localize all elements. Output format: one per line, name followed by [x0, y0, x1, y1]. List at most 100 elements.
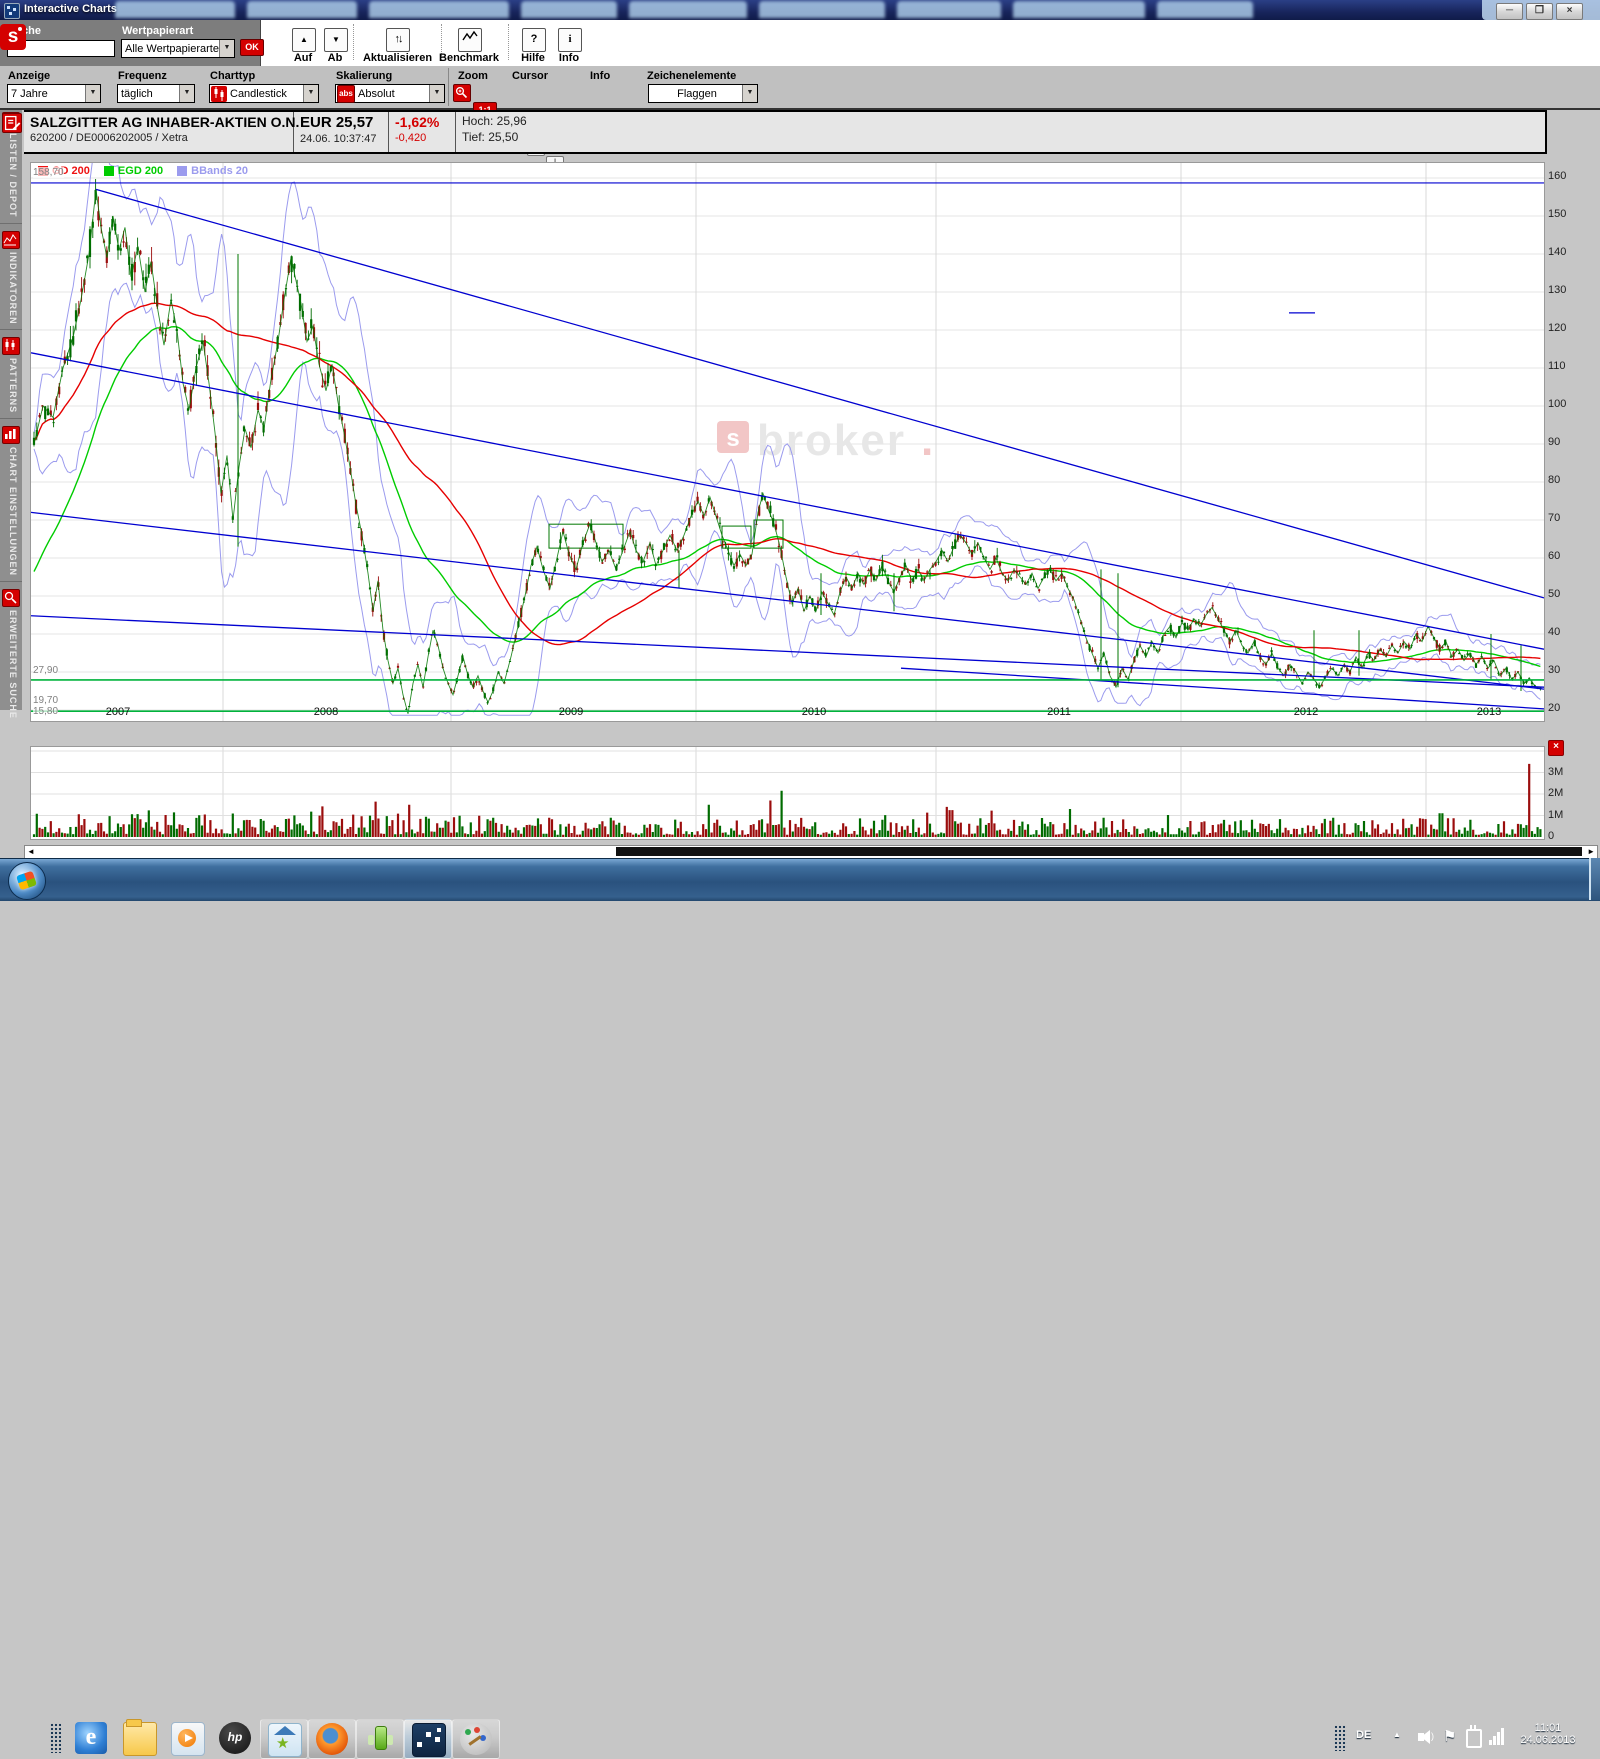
- taskbar-item-hp[interactable]: hp: [212, 1719, 258, 1757]
- network-signal-icon[interactable]: [1489, 1727, 1507, 1745]
- volume-close-button[interactable]: ×: [1548, 740, 1564, 756]
- svg-text:2009: 2009: [559, 706, 583, 718]
- action-center-flag-icon[interactable]: ⚑: [1443, 1727, 1456, 1745]
- y-axis-tick: 100: [1548, 398, 1566, 410]
- ok-button[interactable]: OK: [240, 39, 264, 56]
- y-axis-tick: 40: [1548, 626, 1560, 638]
- windows-logo-icon: [16, 871, 37, 891]
- power-plug-icon[interactable]: [1466, 1729, 1482, 1748]
- sidebar-item-patterns[interactable]: PATTERNS: [0, 337, 22, 419]
- scrollbar-thumb[interactable]: [616, 847, 1582, 856]
- price-level-label: 19,70: [33, 695, 58, 706]
- background-tab: [521, 1, 617, 18]
- wertpapierart-value: Alle Wertpapierarten: [122, 43, 219, 55]
- show-hidden-icons[interactable]: ▲: [1393, 1730, 1401, 1739]
- folder-icon: [123, 1722, 157, 1756]
- charttyp-select[interactable]: Candlestick ▼: [209, 84, 319, 103]
- info-button[interactable]: i: [558, 28, 582, 52]
- taskbar-item-green-app[interactable]: [356, 1719, 404, 1759]
- legend-swatch: [104, 166, 114, 176]
- windows-taskbar: e hp ★: [0, 858, 1600, 901]
- zoom-in-button[interactable]: [453, 84, 471, 102]
- legend-item: EGD 200: [104, 165, 163, 177]
- instrument-id: 620200 / DE0006202005 / Xetra: [30, 132, 285, 144]
- charttyp-value: Candlestick: [227, 88, 303, 100]
- scroll-right-icon[interactable]: ►: [1587, 846, 1595, 857]
- chevron-down-icon[interactable]: ▼: [429, 85, 444, 102]
- taskbar-item-interactive-charts[interactable]: [404, 1719, 452, 1759]
- zoom-label: Zoom: [458, 70, 488, 82]
- zeichenelemente-select[interactable]: Flaggen ▼: [648, 84, 758, 103]
- chart-horizontal-scrollbar[interactable]: ◄ ►: [24, 845, 1598, 859]
- y-axis-tick: 70: [1548, 512, 1560, 524]
- language-indicator[interactable]: DE: [1356, 1729, 1371, 1741]
- svg-text:2010: 2010: [802, 706, 826, 718]
- chevron-down-icon[interactable]: ▼: [219, 40, 234, 57]
- taskbar-item-explorer[interactable]: [116, 1719, 162, 1757]
- quote-price-cell: EUR 25,57 24.06. 10:37:47: [294, 112, 389, 152]
- sidebar-label: ERWEITERTE SUCHE: [4, 610, 18, 719]
- quote-name-cell: SALZGITTER AG INHABER-AKTIEN O.N. 620200…: [24, 112, 294, 152]
- quote-change-cell: -1,62% -0,420: [389, 112, 456, 152]
- restore-button[interactable]: ❐: [1526, 3, 1553, 20]
- price-chart[interactable]: sbroker.2007200820092010201120122013: [30, 162, 1545, 722]
- benchmark-button[interactable]: [458, 28, 482, 52]
- skalierung-select[interactable]: abs Absolut ▼: [335, 84, 445, 103]
- question-icon: ?: [531, 33, 538, 45]
- price-level-label: 158,70: [33, 167, 64, 178]
- charttyp-label: Charttyp: [210, 70, 255, 82]
- y-axis-tick: 30: [1548, 664, 1560, 676]
- scroll-left-icon[interactable]: ◄: [27, 846, 35, 857]
- window-title: Interactive Charts: [24, 3, 117, 15]
- wertpapierart-select[interactable]: Alle Wertpapierarten ▼: [121, 39, 235, 58]
- svg-text:2012: 2012: [1294, 706, 1318, 718]
- sidebar-item-indikatoren[interactable]: INDIKATOREN: [0, 231, 22, 331]
- taskbar-item-internet-explorer[interactable]: e: [68, 1719, 114, 1757]
- y-axis-tick: 150: [1548, 208, 1566, 220]
- sparkasse-s-icon: s: [0, 24, 26, 50]
- refresh-button[interactable]: ↑↓: [386, 28, 410, 52]
- background-tab: [1157, 1, 1253, 18]
- auf-button[interactable]: ▲: [292, 28, 316, 52]
- background-tab: [1013, 1, 1145, 18]
- sidebar-item-chart-einstellungen[interactable]: CHART EINSTELLUNGEN: [0, 426, 22, 582]
- taskbar-item-paint[interactable]: [452, 1719, 500, 1759]
- price-level-label: 15,80: [33, 706, 58, 717]
- y-axis-tick: 120: [1548, 322, 1566, 334]
- chevron-down-icon[interactable]: ▼: [179, 85, 194, 102]
- svg-text:broker: broker: [757, 416, 906, 465]
- clock[interactable]: 11:01 24.06.2013: [1515, 1722, 1581, 1746]
- chevron-down-icon[interactable]: ▼: [303, 85, 318, 102]
- minimize-button[interactable]: ─: [1496, 3, 1523, 20]
- volume-axis-tick: 1M: [1548, 809, 1563, 821]
- frequenz-select[interactable]: täglich ▼: [117, 84, 195, 103]
- chevron-down-icon[interactable]: ▼: [742, 85, 757, 102]
- taskbar-item-firefox[interactable]: [308, 1719, 356, 1759]
- candlestick-icon: [211, 86, 227, 102]
- close-button[interactable]: ×: [1556, 3, 1583, 20]
- ab-button[interactable]: ▼: [324, 28, 348, 52]
- taskbar-item-homebank[interactable]: ★: [260, 1719, 308, 1759]
- svg-text:2007: 2007: [106, 706, 130, 718]
- help-button[interactable]: ?: [522, 28, 546, 52]
- chevron-down-icon[interactable]: ▼: [85, 85, 100, 102]
- search-panel: Suche Wertpapierart Alle Wertpapierarten…: [0, 20, 261, 66]
- show-desktop-button[interactable]: [1589, 858, 1600, 900]
- background-tab: [115, 1, 235, 18]
- legend-label: EGD 200: [118, 165, 163, 177]
- taskbar-handle: [50, 1723, 61, 1753]
- volume-chart[interactable]: [30, 746, 1545, 840]
- taskbar-item-media-player[interactable]: [164, 1719, 210, 1757]
- info-label: Info: [550, 52, 588, 64]
- ie-icon: e: [75, 1722, 107, 1754]
- green-app-icon: [364, 1723, 396, 1755]
- sidebar-item-erweiterte-suche[interactable]: ERWEITERTE SUCHE: [0, 589, 22, 724]
- day-low: Tief: 25,50: [462, 130, 582, 144]
- hilfe-label: Hilfe: [514, 52, 552, 64]
- y-axis-tick: 80: [1548, 474, 1560, 486]
- anzeige-select[interactable]: 7 Jahre ▼: [7, 84, 101, 103]
- background-tab: [247, 1, 357, 18]
- palette-icon: [460, 1723, 492, 1755]
- volume-axis-tick: 2M: [1548, 787, 1563, 799]
- start-button[interactable]: [8, 862, 46, 900]
